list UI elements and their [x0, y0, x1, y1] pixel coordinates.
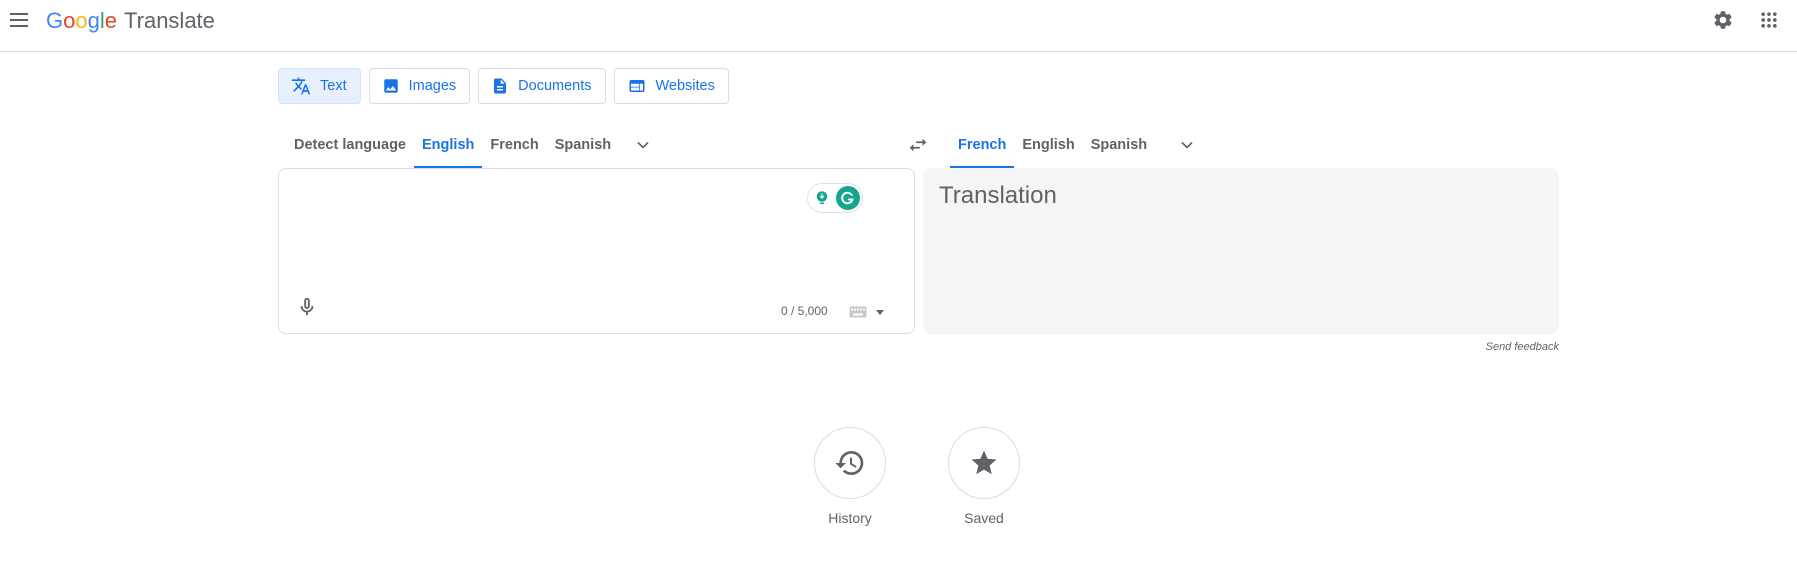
- app-header: Google Translate: [0, 0, 1797, 52]
- tab-images-label: Images: [408, 78, 457, 94]
- document-icon: [494, 78, 507, 94]
- apps-grid-icon: [1761, 12, 1777, 28]
- tab-text-label: Text: [320, 78, 347, 94]
- brand-letter: g: [87, 8, 100, 33]
- website-icon: [629, 80, 644, 92]
- menu-icon-bar: [10, 13, 28, 15]
- more-target-languages-button[interactable]: [1167, 122, 1207, 168]
- menu-icon-bar: [10, 25, 28, 27]
- tab-documents-label: Documents: [518, 78, 592, 94]
- tab-documents[interactable]: Documents: [478, 68, 606, 104]
- input-tools-button[interactable]: [849, 302, 889, 322]
- history-icon: [835, 451, 864, 475]
- settings-button[interactable]: [1709, 6, 1737, 34]
- more-source-languages-button[interactable]: [623, 122, 663, 168]
- settings-gear-icon: [1714, 11, 1732, 29]
- history-circle: [814, 427, 886, 499]
- chevron-down-icon: [637, 141, 649, 149]
- source-lang-detect[interactable]: Detect language: [286, 122, 414, 168]
- source-lang-french[interactable]: French: [482, 122, 546, 168]
- translation-placeholder: Translation: [939, 182, 1057, 209]
- tab-images[interactable]: Images: [368, 68, 471, 104]
- microphone-icon: [300, 297, 314, 316]
- source-text-area[interactable]: 0 / 5,000: [278, 168, 915, 334]
- apps-button[interactable]: [1755, 6, 1783, 34]
- target-lang-english[interactable]: English: [1014, 122, 1082, 168]
- tab-websites[interactable]: Websites: [613, 68, 729, 104]
- translation-output: Translation: [923, 168, 1559, 334]
- saved-label: Saved: [964, 510, 1004, 526]
- image-icon: [383, 79, 398, 93]
- target-lang-french[interactable]: French: [950, 122, 1015, 168]
- grammarly-widget[interactable]: [807, 183, 863, 213]
- swap-languages-button[interactable]: [904, 131, 932, 159]
- history-button[interactable]: History: [814, 427, 886, 526]
- google-wordmark: Google: [46, 8, 117, 34]
- main-menu-button[interactable]: [6, 7, 32, 33]
- saved-circle: [948, 427, 1020, 499]
- keyboard-icon: [849, 306, 867, 318]
- tab-text[interactable]: Text: [278, 68, 361, 104]
- saved-button[interactable]: Saved: [948, 427, 1020, 526]
- target-lang-spanish[interactable]: Spanish: [1083, 122, 1155, 168]
- brand-letter: G: [46, 8, 64, 33]
- menu-icon-bar: [10, 19, 28, 21]
- send-feedback-link[interactable]: Send feedback: [1486, 341, 1559, 353]
- mode-tabs: Text Images Documents Websites: [278, 68, 729, 104]
- target-language-bar: French English Spanish: [950, 122, 1207, 168]
- chevron-down-icon: [1181, 141, 1193, 149]
- google-translate-logo[interactable]: Google Translate: [46, 8, 215, 34]
- brand-letter: o: [75, 8, 88, 33]
- translate-icon: [291, 77, 311, 95]
- brand-letter: e: [104, 8, 118, 33]
- source-lang-english[interactable]: English: [414, 122, 483, 168]
- source-lang-spanish[interactable]: Spanish: [547, 122, 619, 168]
- voice-input-button[interactable]: [293, 293, 321, 321]
- history-label: History: [828, 510, 872, 526]
- star-icon: [971, 450, 997, 475]
- tab-websites-label: Websites: [655, 78, 715, 94]
- grammarly-logo-icon: [835, 186, 860, 210]
- brand-letter: o: [63, 8, 76, 33]
- product-name: Translate: [124, 8, 215, 33]
- swap-arrows-icon: [909, 138, 927, 152]
- character-count: 0 / 5,000: [781, 304, 828, 318]
- lightbulb-icon: [810, 187, 833, 209]
- caret-down-icon: [876, 310, 884, 315]
- source-language-bar: Detect language English French Spanish: [286, 122, 663, 168]
